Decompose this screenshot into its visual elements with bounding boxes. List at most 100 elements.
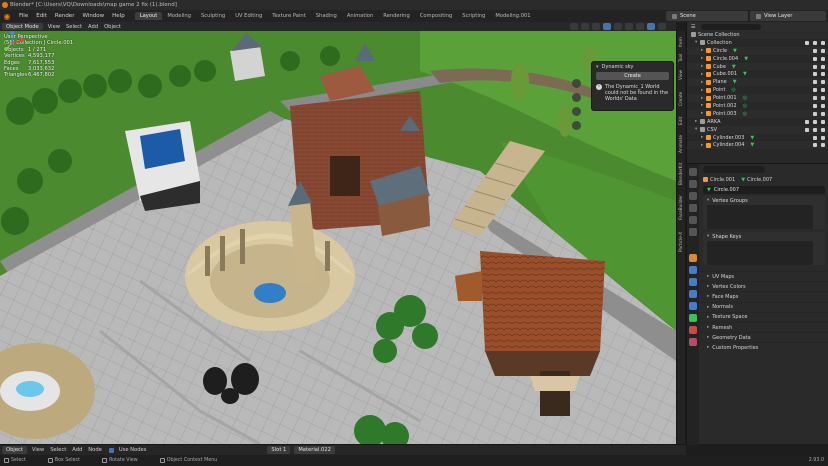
camera-view-icon[interactable] [572, 107, 581, 116]
properties-search-input[interactable] [703, 166, 765, 173]
3d-viewport[interactable]: User Perspective (58) Collection | Circl… [0, 31, 676, 444]
section-geometry-data[interactable]: ▸ Geometry Data [699, 332, 828, 342]
camera-icon[interactable] [821, 111, 825, 116]
outliner-row-circle-004[interactable]: ▸ Circle.004 ▼ [687, 55, 828, 63]
tab-uv-editing[interactable]: UV Editing [230, 12, 267, 20]
section-texture-space[interactable]: ▸ Texture Space [699, 311, 828, 322]
tab-animation[interactable]: Animation [342, 12, 378, 20]
section-remesh[interactable]: ▸ Remesh [699, 321, 828, 332]
shape-keys-list[interactable] [707, 241, 813, 265]
view-layer-props-icon[interactable] [689, 204, 697, 212]
vp-menu-object[interactable]: Object [101, 24, 124, 30]
eye-icon[interactable] [813, 56, 817, 61]
snap-icon[interactable] [592, 23, 600, 30]
camera-icon[interactable] [821, 135, 825, 140]
overlay-icon[interactable] [603, 23, 611, 30]
menu-render[interactable]: Render [51, 13, 79, 19]
eye-icon[interactable] [813, 111, 817, 116]
outliner-row-point-003[interactable]: ▸ Point.003 ◎ [687, 109, 828, 118]
checkbox-icon[interactable] [805, 127, 809, 132]
section-face-maps[interactable]: ▸ Face Maps [699, 291, 828, 301]
shader-object-dropdown[interactable]: Object [2, 446, 27, 454]
eye-icon[interactable] [813, 40, 817, 45]
world-props-icon[interactable] [689, 228, 697, 236]
vp-menu-add[interactable]: Add [85, 24, 101, 30]
side-tab-view[interactable]: View [678, 67, 685, 83]
constraints-props-icon[interactable] [689, 302, 697, 310]
outliner-row-collection[interactable]: ▾ Collection [687, 39, 828, 47]
eye-icon[interactable] [813, 88, 817, 93]
outliner-row-point[interactable]: ▸ Point ◎ [687, 86, 828, 94]
camera-icon[interactable] [821, 96, 825, 101]
camera-icon[interactable] [821, 143, 825, 148]
wireframe-shading-icon[interactable] [625, 23, 633, 30]
camera-icon[interactable] [821, 56, 825, 61]
create-sky-button[interactable]: Create [596, 72, 669, 80]
shape-keys-header[interactable]: ▾ Shape Keys [703, 232, 825, 241]
outliner-row-cylinder-003[interactable]: ▸ Cylinder.003 ▼ [687, 134, 828, 142]
outliner-row-csv[interactable]: ▾ CSV [687, 125, 828, 134]
material-dropdown[interactable]: Material.022 [294, 446, 335, 454]
camera-icon[interactable] [821, 64, 825, 69]
menu-edit[interactable]: Edit [32, 13, 51, 19]
side-tab-facebuilder[interactable]: FaceBuilder [678, 191, 685, 225]
section-normals[interactable]: ▸ Normals [699, 301, 828, 312]
outliner-root[interactable]: Scene Collection [687, 31, 828, 39]
rendered-shading-icon[interactable] [658, 23, 666, 30]
shader-menu-view[interactable]: View [29, 447, 47, 453]
outliner-row-plane[interactable]: ▸ Plane ▼ [687, 78, 828, 87]
camera-icon[interactable] [821, 72, 825, 77]
modifier-props-icon[interactable] [689, 266, 697, 274]
tab-texture-paint[interactable]: Texture Paint [267, 12, 310, 20]
mesh-datablock-field[interactable]: ▼ Circle.007 [703, 186, 825, 194]
eye-icon[interactable] [813, 127, 817, 132]
blender-menu-icon[interactable]: ◉ [2, 11, 12, 21]
tool-props-icon[interactable] [689, 168, 697, 176]
output-props-icon[interactable] [689, 192, 697, 200]
eye-icon[interactable] [813, 96, 817, 101]
tab-rendering[interactable]: Rendering [378, 12, 415, 20]
dynamic-sky-header[interactable]: ▾ Dynamic sky [592, 62, 673, 71]
camera-icon[interactable] [821, 127, 825, 132]
pan-hand-icon[interactable] [572, 93, 581, 102]
tab-modeling-001[interactable]: Modeling.001 [490, 12, 535, 20]
particles-props-icon[interactable] [689, 278, 697, 286]
menu-window[interactable]: Window [78, 13, 108, 19]
checkbox-icon[interactable] [805, 40, 809, 45]
eye-icon[interactable] [813, 64, 817, 69]
menu-help[interactable]: Help [108, 13, 129, 19]
side-tab-item[interactable]: Item [678, 35, 685, 49]
camera-icon[interactable] [821, 40, 825, 45]
outliner-row-point-002[interactable]: ▸ Point.002 ◎ [687, 102, 828, 110]
solid-shading-icon[interactable] [636, 23, 644, 30]
outliner-row-circle[interactable]: ▸ Circle ▼ [687, 46, 828, 55]
vp-menu-view[interactable]: View [45, 24, 63, 30]
slot-dropdown[interactable]: Slot 1 [267, 446, 291, 454]
eye-icon[interactable] [813, 80, 817, 85]
camera-icon[interactable] [821, 119, 825, 124]
shader-menu-select[interactable]: Select [47, 447, 69, 453]
side-tab-animate[interactable]: Animate [678, 131, 685, 157]
navigation-gizmo-icon[interactable] [0, 31, 24, 55]
perspective-toggle-icon[interactable] [572, 121, 581, 130]
camera-icon[interactable] [821, 80, 825, 85]
shader-menu-add[interactable]: Add [69, 447, 85, 453]
eye-icon[interactable] [813, 119, 817, 124]
tab-compositing[interactable]: Compositing [415, 12, 458, 20]
eye-icon[interactable] [813, 72, 817, 77]
menu-file[interactable]: File [15, 13, 32, 19]
xray-icon[interactable] [614, 23, 622, 30]
side-tab-edit[interactable]: Edit [678, 113, 685, 129]
outliner-row-arka[interactable]: ▸ ARKA [687, 118, 828, 126]
section-custom-properties[interactable]: ▸ Custom Properties [699, 342, 828, 352]
tab-scripting[interactable]: Scripting [457, 12, 490, 20]
material-props-icon[interactable] [689, 326, 697, 334]
outliner-row-cylinder-004[interactable]: ▸ Cylinder.004 ▼ [687, 141, 828, 150]
outliner-row-point-001[interactable]: ▸ Point.001 ◎ [687, 94, 828, 103]
outliner-row-cube[interactable]: ▸ Cube ▼ [687, 62, 828, 71]
vertex-groups-list[interactable] [707, 205, 813, 229]
physics-props-icon[interactable] [689, 290, 697, 298]
side-tab-particle-x[interactable]: Particle-X [678, 227, 685, 257]
scene-selector[interactable]: Scene [666, 11, 748, 21]
material-shading-icon[interactable] [647, 23, 655, 30]
